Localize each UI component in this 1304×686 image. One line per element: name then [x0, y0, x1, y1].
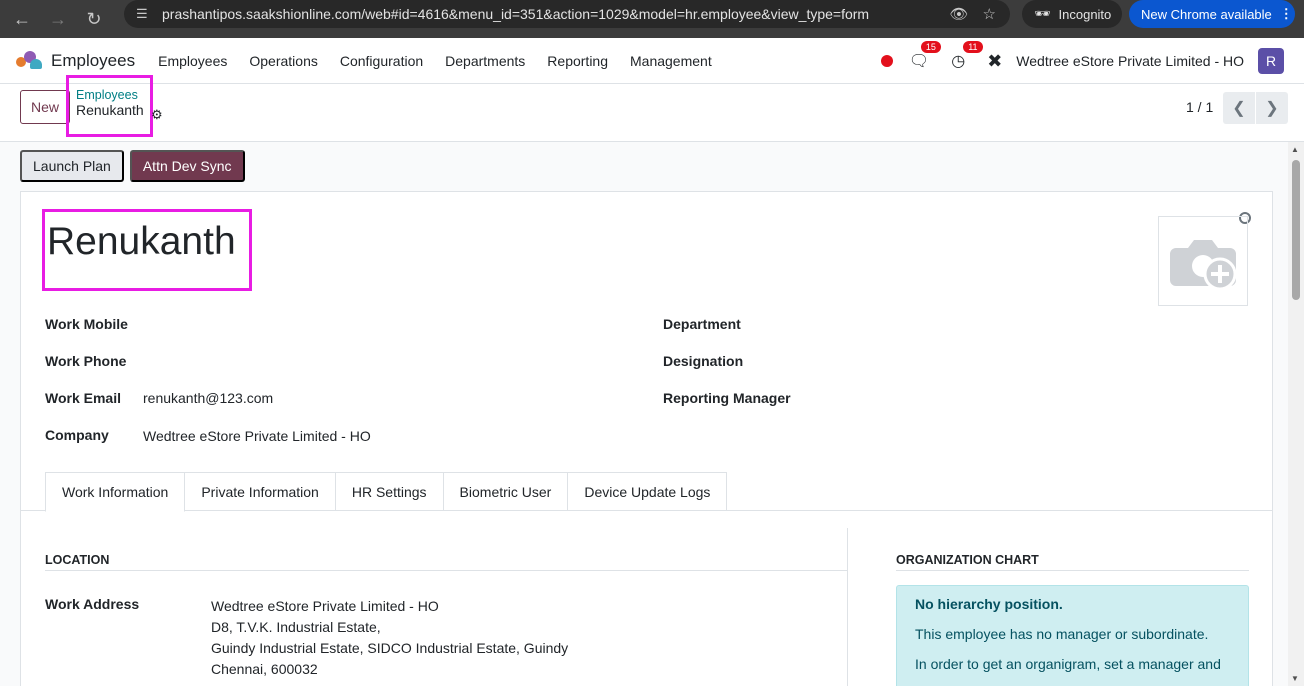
address-line: Wedtree eStore Private Limited - HO	[211, 598, 439, 614]
site-info-icon[interactable]: ☰	[136, 6, 152, 22]
designation-label: Designation	[663, 353, 744, 369]
scrollbar-thumb[interactable]	[1292, 160, 1300, 300]
employees-app-icon[interactable]	[16, 50, 42, 71]
address-line: Chennai, 600032	[211, 661, 318, 677]
tab-work-information[interactable]: Work Information	[45, 472, 186, 512]
scroll-down-icon[interactable]: ▼	[1291, 674, 1299, 683]
company-value[interactable]: Wedtree eStore Private Limited - HO	[143, 428, 371, 444]
debug-tools-icon[interactable]: ✖	[987, 51, 1002, 72]
location-section-line	[45, 570, 847, 571]
org-chart-section-title: ORGANIZATION CHART	[896, 553, 1039, 567]
tab-private-information[interactable]: Private Information	[185, 472, 336, 511]
browser-toolbar: ← → ↻ ☰ prashantipos.saakshionline.com/w…	[0, 0, 1304, 38]
work-email-label: Work Email	[45, 390, 121, 406]
alert-text: This employee has no manager or subordin…	[915, 626, 1209, 642]
messages-icon[interactable]: 🗨 15	[909, 41, 941, 71]
org-chart-section-line	[896, 570, 1249, 571]
messages-badge: 15	[920, 41, 941, 53]
star-icon[interactable]: ☆	[983, 5, 996, 23]
incognito-label: Incognito	[1058, 6, 1112, 22]
page-scrollbar[interactable]: ▲ ▼	[1288, 142, 1304, 686]
back-icon[interactable]: ←	[8, 5, 36, 33]
menu-management[interactable]: Management	[619, 53, 723, 69]
work-mobile-label: Work Mobile	[45, 316, 128, 332]
reload-icon[interactable]: ↻	[80, 5, 108, 33]
main-menu: Employees Operations Configuration Depar…	[147, 53, 723, 69]
form-sheet: Renukanth Work Mobile Work Phone Work Em…	[20, 191, 1273, 686]
eye-off-icon[interactable]: 👁	[950, 5, 969, 23]
odoo-navbar: Employees Employees Operations Configura…	[0, 38, 1304, 84]
forward-icon[interactable]: →	[44, 5, 72, 33]
company-switcher[interactable]: Wedtree eStore Private Limited - HO	[1016, 53, 1244, 69]
activities-badge: 11	[963, 41, 983, 53]
company-label: Company	[45, 427, 109, 443]
form-button-bar: Launch Plan Attn Dev Sync	[20, 150, 245, 182]
alert-title: No hierarchy position.	[915, 596, 1063, 612]
menu-operations[interactable]: Operations	[238, 53, 328, 69]
pager-previous-button[interactable]: ❮	[1223, 92, 1255, 124]
menu-employees[interactable]: Employees	[147, 53, 238, 69]
no-hierarchy-alert: No hierarchy position. This employee has…	[896, 585, 1249, 686]
menu-departments[interactable]: Departments	[434, 53, 536, 69]
pager-value[interactable]: 1 / 1	[1186, 99, 1213, 115]
alert-text: In order to get an organigram, set a man…	[915, 656, 1221, 672]
pager-next-button[interactable]: ❯	[1256, 92, 1288, 124]
control-panel: New Employees Renukanth ⚙ 1 / 1 ❮ ❯	[0, 75, 1304, 142]
chevron-right-icon: ❯	[1265, 100, 1279, 117]
employee-name-highlight: Renukanth	[42, 209, 252, 291]
tab-biometric-user[interactable]: Biometric User	[443, 472, 569, 511]
work-phone-label: Work Phone	[45, 353, 127, 369]
new-button[interactable]: New	[20, 90, 70, 124]
user-avatar[interactable]: R	[1258, 48, 1284, 74]
reporting-manager-label: Reporting Manager	[663, 390, 791, 406]
app-name[interactable]: Employees	[51, 51, 135, 71]
chevron-left-icon: ❮	[1232, 100, 1246, 117]
location-section-title: LOCATION	[45, 553, 110, 567]
work-address-label: Work Address	[45, 596, 140, 612]
department-label: Department	[663, 316, 741, 332]
recording-status-icon[interactable]	[880, 55, 893, 67]
incognito-icon: 🕶	[1034, 6, 1051, 21]
tab-device-update-logs[interactable]: Device Update Logs	[568, 472, 728, 511]
incognito-indicator[interactable]: 🕶 Incognito	[1022, 0, 1122, 28]
attn-dev-sync-button[interactable]: Attn Dev Sync	[129, 150, 245, 182]
work-email-value[interactable]: renukanth@123.com	[143, 390, 273, 406]
address-line: D8, T.V.K. Industrial Estate,	[211, 619, 381, 635]
address-bar[interactable]: ☰ prashantipos.saakshionline.com/web#id=…	[124, 0, 1010, 28]
address-line: Guindy Industrial Estate, SIDCO Industri…	[211, 640, 569, 656]
gear-icon[interactable]: ⚙	[151, 107, 163, 123]
kebab-menu-icon: ⋮	[1279, 6, 1293, 21]
update-chrome-button[interactable]: New Chrome available ⋮	[1129, 0, 1295, 28]
launch-plan-button[interactable]: Launch Plan	[20, 150, 124, 182]
form-view: Launch Plan Attn Dev Sync Renukanth Work…	[0, 142, 1288, 686]
breadcrumb-parent-link[interactable]: Employees	[76, 88, 150, 102]
breadcrumb: Employees Renukanth	[66, 75, 153, 137]
work-address-value[interactable]: Wedtree eStore Private Limited - HO D8, …	[211, 596, 568, 680]
camera-add-icon	[1170, 240, 1237, 291]
activities-clock-icon[interactable]: ◷ 11	[951, 41, 983, 71]
tab-hr-settings[interactable]: HR Settings	[335, 472, 444, 511]
menu-reporting[interactable]: Reporting	[536, 53, 619, 69]
column-divider	[847, 528, 848, 686]
notebook-tabs: Work Information Private Information HR …	[45, 472, 728, 512]
update-label: New Chrome available	[1141, 6, 1272, 22]
menu-configuration[interactable]: Configuration	[329, 53, 434, 69]
employee-photo-upload[interactable]	[1158, 216, 1248, 306]
employee-name-field[interactable]: Renukanth	[47, 220, 236, 264]
navbar-systray: 🗨 15 ◷ 11 ✖ Wedtree eStore Private Limit…	[880, 38, 1304, 84]
url-text[interactable]: prashantipos.saakshionline.com/web#id=46…	[162, 6, 950, 22]
scroll-up-icon[interactable]: ▲	[1291, 145, 1299, 154]
breadcrumb-current: Renukanth	[76, 102, 144, 118]
